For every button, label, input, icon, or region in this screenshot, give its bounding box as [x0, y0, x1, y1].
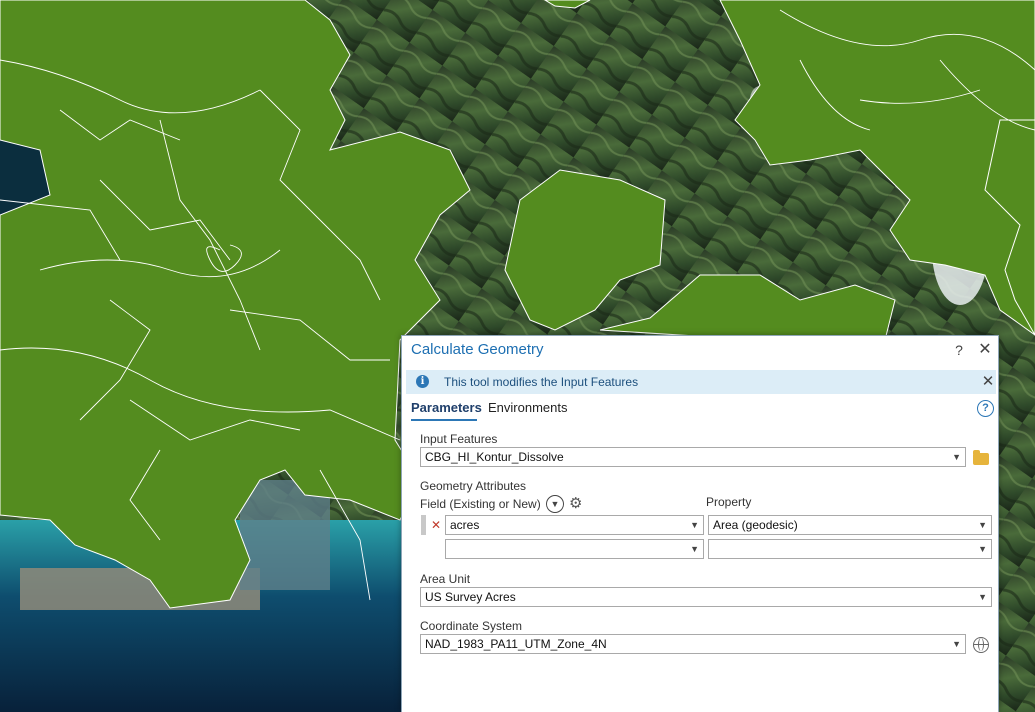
- geometry-attributes-label: Geometry Attributes: [420, 479, 527, 493]
- close-button[interactable]: ✕: [976, 340, 994, 360]
- chevron-down-icon: ▼: [978, 544, 987, 554]
- chevron-down-icon: ▼: [952, 639, 961, 649]
- input-features-value: CBG_HI_Kontur_Dissolve: [425, 450, 564, 464]
- tab-parameters[interactable]: Parameters: [411, 400, 482, 415]
- folder-icon[interactable]: [973, 450, 989, 465]
- chevron-down-circle-icon[interactable]: ▼: [546, 495, 564, 513]
- area-unit-label: Area Unit: [420, 572, 471, 586]
- info-message: This tool modifies the Input Features: [444, 375, 639, 389]
- input-features-label: Input Features: [420, 432, 498, 446]
- calculate-geometry-dialog: Calculate Geometry ? ✕ i This tool modif…: [401, 335, 999, 712]
- dialog-title: Calculate Geometry: [411, 341, 544, 358]
- info-icon: i: [416, 375, 429, 388]
- chevron-down-icon: ▼: [952, 452, 961, 462]
- field-label: Field (Existing or New): [420, 497, 541, 511]
- info-close-icon[interactable]: ✕: [980, 372, 996, 392]
- area-unit-value: US Survey Acres: [425, 590, 516, 604]
- tab-environments[interactable]: Environments: [488, 400, 567, 415]
- field-value-row-1: acres: [450, 518, 480, 532]
- property-label: Property: [706, 495, 752, 509]
- property-combo-row-1[interactable]: Area (geodesic) ▼: [708, 515, 992, 535]
- help-button[interactable]: ?: [950, 340, 968, 360]
- coordinate-system-value: NAD_1983_PA11_UTM_Zone_4N: [425, 637, 607, 651]
- property-value-row-1: Area (geodesic): [713, 518, 798, 532]
- chevron-down-icon: ▼: [690, 520, 699, 530]
- tool-help-icon[interactable]: ?: [977, 400, 994, 417]
- tab-active-indicator: [411, 419, 477, 421]
- field-combo-row-2[interactable]: ▼: [445, 539, 704, 559]
- info-banner: i This tool modifies the Input Features …: [406, 370, 996, 394]
- gear-icon[interactable]: ⚙: [569, 494, 582, 512]
- close-icon[interactable]: ✕: [431, 518, 441, 532]
- row-grip[interactable]: [421, 515, 426, 535]
- chevron-down-icon: ▼: [690, 544, 699, 554]
- property-combo-row-2[interactable]: ▼: [708, 539, 992, 559]
- input-features-combo[interactable]: CBG_HI_Kontur_Dissolve ▼: [420, 447, 966, 467]
- chevron-down-icon: ▼: [978, 520, 987, 530]
- coordinate-system-label: Coordinate System: [420, 619, 523, 633]
- coordinate-system-combo[interactable]: NAD_1983_PA11_UTM_Zone_4N ▼: [420, 634, 966, 654]
- area-unit-combo[interactable]: US Survey Acres ▼: [420, 587, 992, 607]
- field-combo-row-1[interactable]: acres ▼: [445, 515, 704, 535]
- globe-icon[interactable]: [973, 637, 989, 653]
- chevron-down-icon: ▼: [978, 592, 987, 602]
